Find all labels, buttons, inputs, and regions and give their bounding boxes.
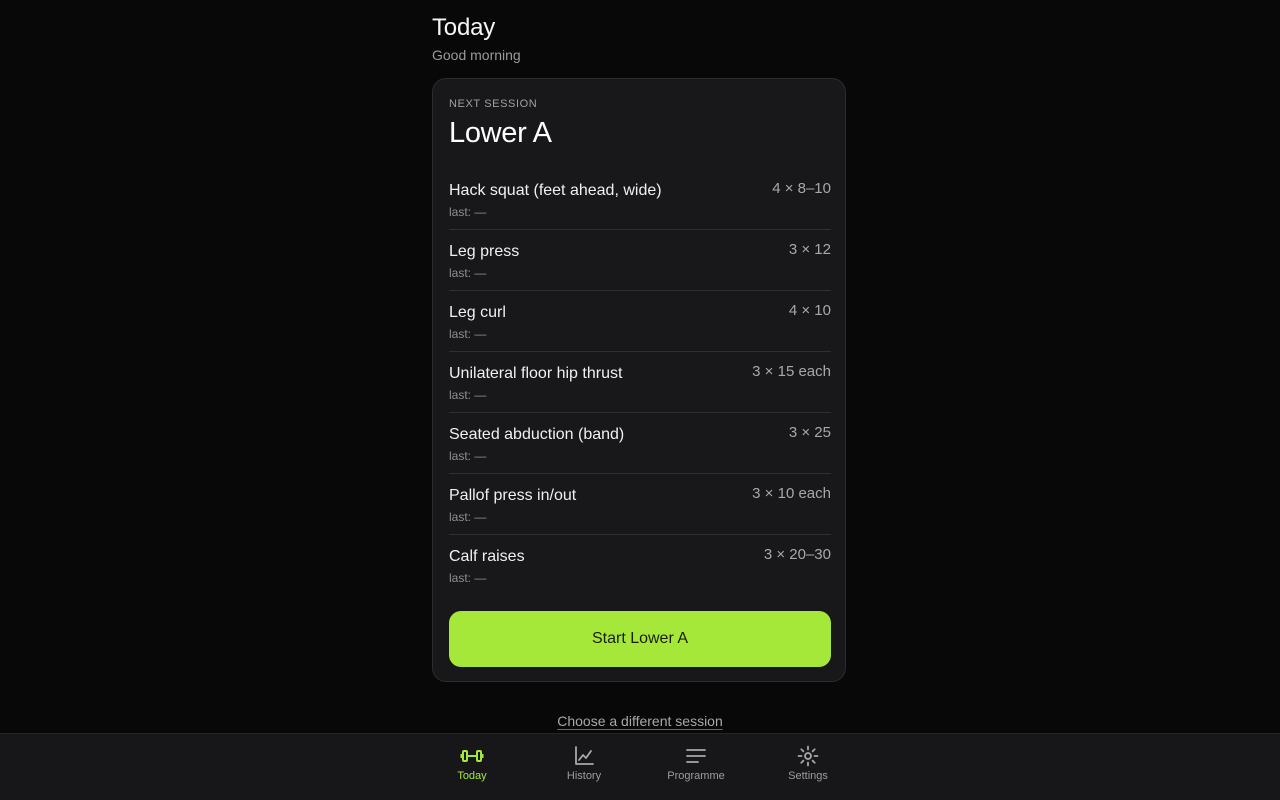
exercise-sets: 3 × 10 each [752,485,831,502]
exercise-last: last: — [449,510,487,524]
exercise-sets: 3 × 25 [788,424,831,441]
exercise-name: Hack squat (feet ahead, wide) [449,182,662,199]
alt-session-row: Choose a different session [432,713,848,729]
sun-gear-icon [797,745,819,767]
bottom-nav: Today History Programme Settings [0,733,1280,800]
exercise-sets: 3 × 15 each [752,363,831,380]
nav-item-programme[interactable]: Programme [640,734,752,800]
app-screen: Today Good morning Next session Lower A … [0,0,1280,800]
exercise-sets: 4 × 8–10 [772,180,831,197]
exercise-last: last: — [449,571,487,585]
page-title: Today [432,14,496,41]
nav-item-history[interactable]: History [528,734,640,800]
exercise-last: last: — [449,449,487,463]
nav-item-settings[interactable]: Settings [752,734,864,800]
list-lines-icon [686,749,706,763]
exercise-last: last: — [449,205,487,219]
nav-label: Programme [667,770,725,782]
choose-different-session-link[interactable]: Choose a different session [557,713,723,729]
chart-line-icon [575,746,594,765]
exercise-row: Calf raises last: — 3 × 20–30 [449,535,831,596]
exercise-name: Leg press [449,243,520,260]
nav-item-today[interactable]: Today [416,734,528,800]
next-session-card: Next session Lower A Hack squat (feet ah… [432,78,846,682]
exercise-row: Unilateral floor hip thrust last: — 3 × … [449,352,831,413]
exercise-name: Pallof press in/out [449,487,577,504]
exercise-sets: 3 × 12 [788,241,831,258]
exercise-name: Calf raises [449,548,525,565]
exercise-last: last: — [449,388,487,402]
start-session-button[interactable]: Start Lower A [449,611,831,667]
exercise-last: last: — [449,266,487,280]
dumbbell-icon [460,750,484,762]
exercise-row: Pallof press in/out last: — 3 × 10 each [449,474,831,535]
exercise-row: Leg curl last: — 4 × 10 [449,291,831,352]
exercise-name: Unilateral floor hip thrust [449,365,623,382]
exercise-row: Leg press last: — 3 × 12 [449,230,831,291]
exercise-sets: 3 × 20–30 [763,546,831,563]
exercise-sets: 4 × 10 [788,302,831,319]
exercise-row: Seated abduction (band) last: — 3 × 25 [449,413,831,474]
greeting-text: Good morning [432,47,521,63]
nav-label: Today [457,770,487,782]
exercise-list: Hack squat (feet ahead, wide) last: — 4 … [449,169,831,596]
next-session-label: Next session [449,98,538,110]
exercise-name: Leg curl [449,304,506,321]
session-title: Lower A [449,117,552,149]
nav-label: History [566,770,602,782]
exercise-last: last: — [449,327,487,341]
exercise-row: Hack squat (feet ahead, wide) last: — 4 … [449,169,831,230]
exercise-name: Seated abduction (band) [449,426,625,443]
nav-label: Settings [788,770,828,782]
